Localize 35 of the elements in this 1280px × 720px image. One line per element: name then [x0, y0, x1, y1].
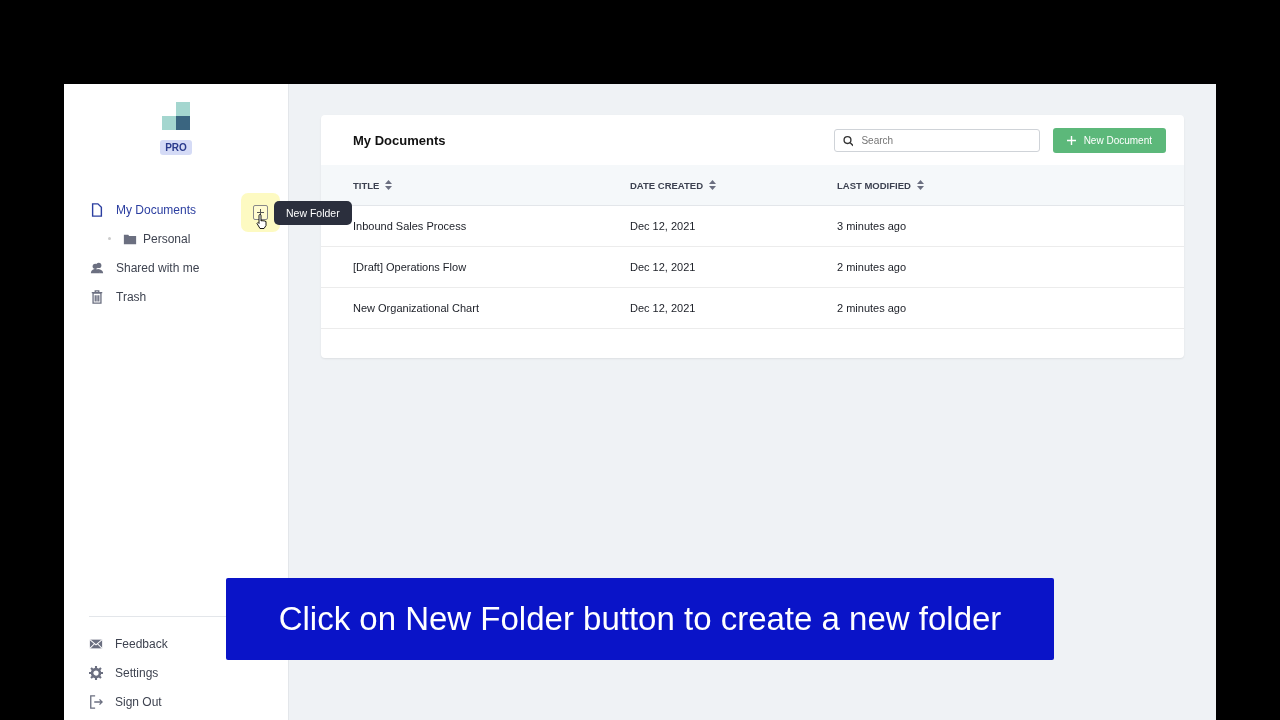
- sidebar-item[interactable]: Trash: [64, 282, 288, 311]
- card-title: My Documents: [353, 133, 447, 148]
- mail-icon: [89, 636, 103, 651]
- sidebar-item[interactable]: Sign Out: [89, 687, 162, 716]
- sidebar-item[interactable]: Feedback: [89, 629, 168, 658]
- tooltip: New Folder: [274, 201, 352, 225]
- table-cell: [Draft] Operations Flow: [353, 261, 467, 273]
- table-cell: 2 minutes ago: [837, 302, 907, 314]
- document-icon: [90, 202, 104, 217]
- search-field[interactable]: Search: [833, 129, 1040, 152]
- sign-out-icon: [89, 694, 103, 709]
- settings-icon: [89, 665, 103, 680]
- table-cell: 3 minutes ago: [837, 220, 907, 232]
- caption-overlay: Click on New Folder button to create a new folder: [226, 578, 1054, 660]
- column-header[interactable]: TITLE: [353, 179, 380, 191]
- sidebar-item[interactable]: Settings: [89, 658, 159, 687]
- sort-icon[interactable]: [916, 180, 924, 190]
- table-cell: Dec 12, 2021: [630, 302, 696, 314]
- sidebar-item[interactable]: Shared with me: [64, 253, 288, 282]
- table-cell: New Organizational Chart: [353, 302, 479, 314]
- table-cell: Dec 12, 2021: [630, 261, 696, 273]
- trash-icon: [90, 289, 104, 304]
- hand-cursor-icon: [256, 214, 268, 229]
- search-icon: [842, 134, 854, 147]
- logo-icon: [162, 102, 190, 130]
- column-header[interactable]: LAST MODIFIED: [837, 179, 911, 191]
- sort-icon[interactable]: [709, 180, 716, 190]
- table-cell: Dec 12, 2021: [630, 220, 696, 232]
- table-cell: Inbound Sales Process: [353, 220, 467, 232]
- table-cell: 2 minutes ago: [837, 261, 907, 273]
- people-icon: [90, 260, 104, 275]
- plan-badge: PRO: [160, 140, 192, 155]
- sort-icon[interactable]: [385, 180, 393, 190]
- column-header[interactable]: DATE CREATED: [630, 179, 703, 191]
- plus-icon: [1066, 136, 1076, 145]
